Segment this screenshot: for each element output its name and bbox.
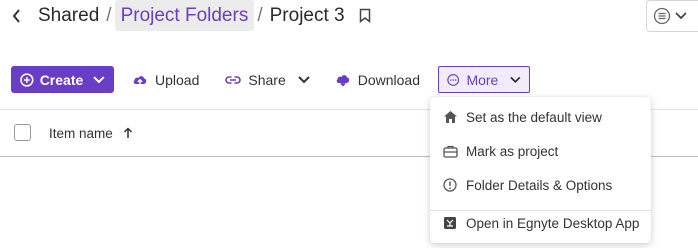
menu-item-mark-as-project[interactable]: Mark as project xyxy=(430,135,651,167)
menu-item-set-default-view[interactable]: Set as the default view xyxy=(430,101,651,133)
cloud-upload-icon xyxy=(133,75,147,86)
link-icon xyxy=(225,75,242,84)
desktop-app-icon xyxy=(442,215,458,231)
list-view-icon xyxy=(653,7,671,25)
chevron-down-icon xyxy=(510,76,521,83)
briefcase-icon xyxy=(442,143,458,159)
chevron-down-icon xyxy=(93,75,105,83)
select-all-checkbox[interactable] xyxy=(14,124,31,141)
cloud-download-icon xyxy=(336,74,349,86)
toolbar: Create Upload Share Download More xyxy=(11,66,530,93)
back-button[interactable] xyxy=(0,0,34,31)
share-button[interactable]: Share xyxy=(225,71,310,88)
more-dropdown-menu: Set as the default view Mark as project … xyxy=(430,97,651,243)
column-header-item-name[interactable]: Item name xyxy=(49,110,133,156)
sort-ascending-icon xyxy=(123,127,132,138)
bookmark-button[interactable] xyxy=(359,8,371,23)
breadcrumb-shared[interactable]: Shared xyxy=(34,5,103,27)
breadcrumb-separator: / xyxy=(257,4,263,26)
menu-item-folder-details[interactable]: Folder Details & Options xyxy=(430,169,651,201)
breadcrumb-project-folders[interactable]: Project Folders xyxy=(114,0,255,31)
home-icon xyxy=(442,109,458,125)
chevron-down-icon xyxy=(298,75,310,83)
view-toggle-button[interactable] xyxy=(646,0,698,32)
plus-circle-icon xyxy=(20,72,34,87)
menu-item-label: Folder Details & Options xyxy=(466,177,613,193)
share-label: Share xyxy=(248,71,286,88)
breadcrumb-separator: / xyxy=(106,4,112,26)
menu-item-label: Set as the default view xyxy=(466,109,602,125)
info-icon xyxy=(442,177,458,193)
menu-item-label: Mark as project xyxy=(466,143,559,159)
menu-item-label: Open in Egnyte Desktop App xyxy=(466,215,640,231)
more-label: More xyxy=(466,71,499,88)
bookmark-icon xyxy=(359,8,370,23)
chevron-left-icon xyxy=(12,8,20,23)
column-header-label: Item name xyxy=(49,125,113,141)
menu-item-open-desktop-app[interactable]: Open in Egnyte Desktop App xyxy=(430,207,651,239)
download-button[interactable]: Download xyxy=(335,72,420,88)
download-label: Download xyxy=(357,71,420,88)
upload-label: Upload xyxy=(155,71,200,88)
breadcrumb: Shared / Project Folders / Project 3 xyxy=(0,0,371,31)
create-button[interactable]: Create xyxy=(11,66,114,93)
more-dots-icon xyxy=(447,73,460,86)
page-title: Project 3 xyxy=(269,4,345,26)
more-button[interactable]: More xyxy=(438,66,530,93)
create-label: Create xyxy=(39,71,84,88)
chevron-down-icon xyxy=(675,12,687,20)
upload-button[interactable]: Upload xyxy=(132,72,199,88)
